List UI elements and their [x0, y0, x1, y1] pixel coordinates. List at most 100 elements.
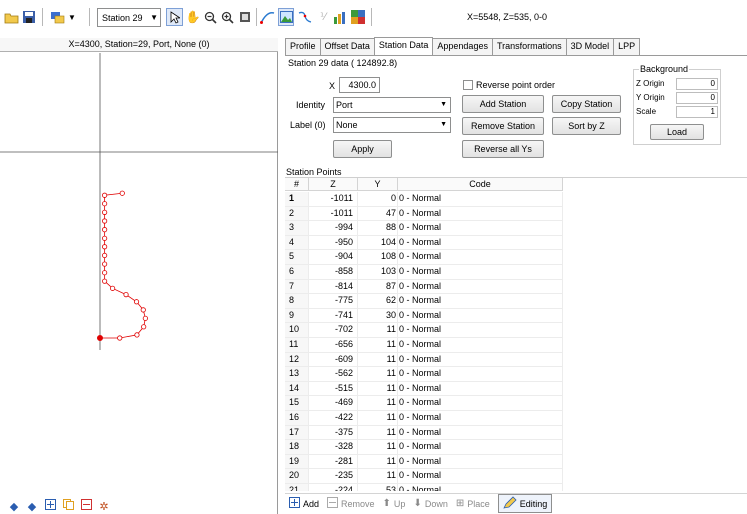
table-row[interactable]: 3 -994 88 0 - Normal	[285, 221, 563, 236]
image-color-icon[interactable]	[350, 8, 366, 26]
cell-y[interactable]: 62	[358, 294, 398, 308]
x-input[interactable]: 4300.0	[339, 77, 380, 93]
station-point[interactable]	[102, 235, 108, 241]
station-point[interactable]	[102, 201, 108, 207]
tab-3d-model[interactable]: 3D Model	[565, 38, 615, 55]
cell-z[interactable]: -1011	[309, 192, 358, 206]
arrow-right-icon[interactable]: ◆	[26, 500, 38, 513]
station-point[interactable]	[119, 190, 125, 196]
cell-num[interactable]: 16	[285, 410, 309, 425]
cell-code[interactable]: 0 - Normal	[398, 264, 563, 279]
curve-tool-icon[interactable]	[259, 8, 275, 26]
cell-z[interactable]: -422	[309, 410, 358, 425]
station-point[interactable]	[140, 307, 146, 313]
cell-num[interactable]: 9	[285, 308, 309, 323]
cell-y[interactable]: 103	[358, 264, 398, 279]
cell-code[interactable]: 0 - Normal	[398, 294, 563, 308]
remove-station-button[interactable]: Remove Station	[462, 117, 544, 135]
apply-button[interactable]: Apply	[333, 140, 392, 158]
col-header-y[interactable]: Y	[358, 178, 398, 190]
load-button[interactable]: Load	[650, 124, 704, 140]
layer-dropdown-icon[interactable]: ▼	[67, 8, 77, 26]
cell-code[interactable]: 0 - Normal	[398, 367, 563, 381]
station-point[interactable]	[102, 278, 108, 284]
cell-z[interactable]: -235	[309, 469, 358, 483]
station-point[interactable]	[102, 192, 108, 198]
add-point-button[interactable]: Add	[289, 496, 319, 511]
cell-z[interactable]: -702	[309, 323, 358, 337]
cell-z[interactable]: -609	[309, 352, 358, 367]
y-origin-input[interactable]: 0	[676, 92, 718, 104]
copy-station-button[interactable]: Copy Station	[552, 95, 621, 113]
tab-offset-data[interactable]: Offset Data	[319, 38, 375, 55]
cell-num[interactable]: 1	[285, 192, 309, 206]
cell-z[interactable]: -775	[309, 294, 358, 308]
cell-y[interactable]: 11	[358, 410, 398, 425]
cell-num[interactable]: 15	[285, 396, 309, 410]
cell-code[interactable]: 0 - Normal	[398, 206, 563, 221]
table-row[interactable]: 21 -224 53 0 - Normal	[285, 483, 563, 491]
table-row[interactable]: 10 -702 11 0 - Normal	[285, 323, 563, 338]
cell-num[interactable]: 21	[285, 483, 309, 491]
table-row[interactable]: 4 -950 104 0 - Normal	[285, 235, 563, 251]
table-row[interactable]: 11 -656 11 0 - Normal	[285, 337, 563, 353]
cell-code[interactable]: 0 - Normal	[398, 381, 563, 396]
cell-code[interactable]: 0 - Normal	[398, 440, 563, 454]
table-row[interactable]: 2 -1011 47 0 - Normal	[285, 206, 563, 222]
selected-point[interactable]	[97, 335, 104, 342]
open-folder-icon[interactable]	[3, 8, 19, 26]
cell-code[interactable]: 0 - Normal	[398, 250, 563, 264]
station-point[interactable]	[102, 227, 108, 233]
cell-num[interactable]: 17	[285, 425, 309, 440]
station-points-grid[interactable]: # Z Y Code 1 -1011 0 0 - Normal 2 -1011 47 0 - …	[285, 177, 747, 491]
table-row[interactable]: 15 -469 11 0 - Normal	[285, 396, 563, 411]
station-point[interactable]	[102, 270, 108, 276]
zoom-extents-icon[interactable]	[238, 8, 252, 26]
cell-y[interactable]: 11	[358, 381, 398, 396]
cell-code[interactable]: 0 - Normal	[398, 337, 563, 352]
cell-y[interactable]: 11	[358, 425, 398, 440]
cell-code[interactable]: 0 - Normal	[398, 425, 563, 440]
station-point[interactable]	[102, 209, 108, 215]
table-row[interactable]: 18 -328 11 0 - Normal	[285, 440, 563, 455]
station-point[interactable]	[102, 252, 108, 259]
cell-num[interactable]: 10	[285, 323, 309, 337]
cell-num[interactable]: 14	[285, 381, 309, 396]
cell-num[interactable]: 6	[285, 264, 309, 279]
cell-y[interactable]: 11	[358, 469, 398, 483]
cell-num[interactable]: 19	[285, 454, 309, 469]
identity-select[interactable]: Port ▼	[333, 97, 451, 113]
settings-icon[interactable]: ✲	[98, 500, 110, 513]
editing-toggle[interactable]: Editing	[497, 494, 553, 513]
table-row[interactable]: 7 -814 87 0 - Normal	[285, 279, 563, 295]
tab-profile[interactable]: Profile	[285, 38, 321, 55]
cell-y[interactable]: 53	[358, 483, 398, 491]
cell-z[interactable]: -375	[309, 425, 358, 440]
save-icon[interactable]	[21, 8, 37, 26]
cell-y[interactable]: 0	[358, 192, 398, 206]
pointer-tool-icon[interactable]	[166, 8, 183, 26]
place-button[interactable]: ⊞ Place	[456, 498, 490, 509]
station-select[interactable]: Station 29 ▼	[97, 8, 161, 27]
cell-y[interactable]: 11	[358, 396, 398, 410]
layer-icon[interactable]	[49, 8, 65, 26]
cell-z[interactable]: -224	[309, 483, 358, 491]
station-point[interactable]	[102, 244, 108, 250]
cell-z[interactable]: -328	[309, 440, 358, 454]
station-point[interactable]	[142, 315, 148, 321]
table-row[interactable]: 1 -1011 0 0 - Normal	[285, 192, 563, 207]
table-row[interactable]: 12 -609 11 0 - Normal	[285, 352, 563, 368]
cell-code[interactable]: 0 - Normal	[398, 192, 563, 206]
cell-num[interactable]: 12	[285, 352, 309, 367]
station-point[interactable]	[141, 324, 147, 330]
cell-y[interactable]: 11	[358, 352, 398, 367]
cell-num[interactable]: 11	[285, 337, 309, 352]
cell-code[interactable]: 0 - Normal	[398, 308, 563, 323]
cell-num[interactable]: 13	[285, 367, 309, 381]
cell-z[interactable]: -562	[309, 367, 358, 381]
cell-code[interactable]: 0 - Normal	[398, 235, 563, 250]
cell-num[interactable]: 3	[285, 221, 309, 235]
cell-z[interactable]: -656	[309, 337, 358, 352]
tab-station-data[interactable]: Station Data	[373, 37, 434, 55]
cell-code[interactable]: 0 - Normal	[398, 396, 563, 410]
